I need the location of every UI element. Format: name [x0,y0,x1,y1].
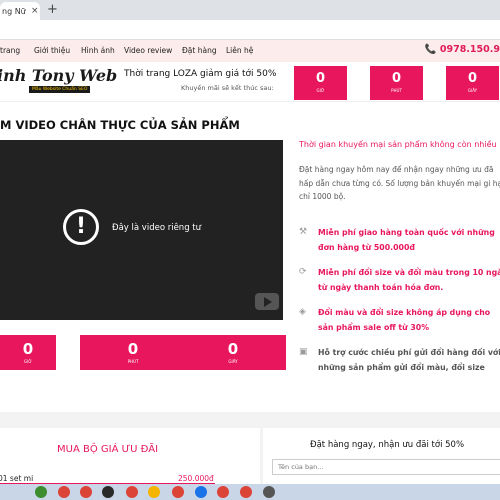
countdown-hours-value: 0 [315,71,326,86]
tab-title: ng Nữ [2,7,26,16]
logo-tagline: Mẫu Website Chuẩn SEO [29,86,91,93]
taskbar-app-icon[interactable] [263,486,275,498]
tag-icon: ◈ [299,307,306,317]
countdown2-minutes: 0 PHÚT [80,335,186,370]
section-title: M VIDEO CHÂN THỰC CỦA SẢN PHẨM [0,118,240,132]
chrome-icon[interactable] [126,486,138,498]
countdown2-hours: 0 GIỜ [0,335,56,370]
exchange-icon: ⟳ [299,267,307,277]
taskbar [0,484,500,500]
nav-item-order[interactable]: Đặt hàng [182,46,217,55]
truck-icon: ⚒ [299,227,308,237]
countdown-hours-label: GIỜ [316,88,325,93]
nav-item-contact[interactable]: Liên hệ [226,46,253,55]
chrome-icon[interactable] [58,486,70,498]
countdown-hours: 0 GIỜ [294,66,347,100]
countdown-minutes: 0 PHÚT [370,66,423,100]
order-form-card: Đặt hàng ngay, nhận ưu đãi tới 50% [263,428,500,484]
chrome-icon[interactable] [80,486,92,498]
feature-text: Hỗ trợ cước chiều phí gửi đổi hàng đối v… [318,348,500,372]
header: ịnh Tony Web Mẫu Website Chuẩn SEO Thời … [0,62,500,102]
video-private-message: Đây là video riêng tư [112,223,202,233]
countdown2-seconds-label: GIÂY [228,359,238,364]
order-form-title: Đặt hàng ngay, nhận ưu đãi tới 50% [310,440,465,450]
countdown-minutes-value: 0 [391,71,402,86]
feature-text: Miễn phí đổi size và đổi màu trong 10 ng… [318,268,500,292]
new-tab-icon[interactable]: + [47,2,58,17]
offer-title: MUA BỘ GIÁ ƯU ĐÃI [57,444,159,455]
taskbar-app-icon[interactable] [195,486,207,498]
chrome-icon[interactable] [172,486,184,498]
countdown2-hours-label: GIỜ [24,359,32,364]
tab-close-icon[interactable]: × [31,6,39,16]
taskbar-app-icon[interactable] [102,486,114,498]
offer-item-label: 01 set mi [0,474,34,483]
feature-text: Đổi màu và đổi size không áp dụng cho sả… [318,308,491,332]
countdown2-minutes-label: PHÚT [127,359,139,364]
chrome-icon[interactable] [217,486,229,498]
image-icon: ▣ [299,347,308,357]
youtube-icon[interactable] [255,293,279,310]
browser-address-bar [0,20,500,40]
warning-icon: ! [63,209,99,245]
site-nav: trang Giới thiệu Hình ảnh Video review Đ… [0,40,500,62]
countdown-seconds-label: GIÂY [467,88,478,93]
phone-number[interactable]: 📞 0978.150.9 [425,44,500,55]
nav-item-images[interactable]: Hình ảnh [81,46,115,55]
chrome-icon[interactable] [240,486,252,498]
countdown2-hours-value: 0 [22,340,34,358]
logo[interactable]: ịnh Tony Web [0,66,117,85]
video-player[interactable]: ! Đây là video riêng tư [0,140,283,320]
countdown-seconds-value: 0 [467,71,478,86]
countdown-seconds: 0 GIÂY [446,66,499,100]
nav-item-video-review[interactable]: Video review [124,46,172,55]
name-input[interactable] [272,459,500,475]
promo-title: Thời trang LOZA giảm giá tới 50% [124,69,277,79]
offer-card: MUA BỘ GIÁ ƯU ĐÃI 01 set mi 250.000đ [0,428,260,484]
browser-tab-strip: ng Nữ × + [0,0,500,20]
offer-item-price: 250.000đ [178,474,214,483]
countdown2-seconds: 0 GIÂY [180,335,286,370]
countdown2-minutes-value: 0 [127,340,139,358]
nav-item-home[interactable]: trang [0,46,20,55]
browser-tab[interactable]: ng Nữ × [0,2,40,20]
promo-subtitle: Khuyến mãi sẽ kết thúc sau: [181,84,274,92]
taskbar-app-icon[interactable] [35,486,47,498]
countdown2-seconds-value: 0 [227,340,239,358]
promo-deadline-title: Thời gian khuyến mại sản phẩm không còn … [299,140,497,149]
folder-icon[interactable] [148,486,160,498]
feature-text: Miễn phí giao hàng toàn quốc với những đ… [318,228,495,252]
countdown-minutes-label: PHÚT [391,88,402,93]
nav-item-about[interactable]: Giới thiệu [34,46,70,55]
promo-description: Đặt hàng ngay hôm nay để nhận ngay những… [299,165,500,201]
